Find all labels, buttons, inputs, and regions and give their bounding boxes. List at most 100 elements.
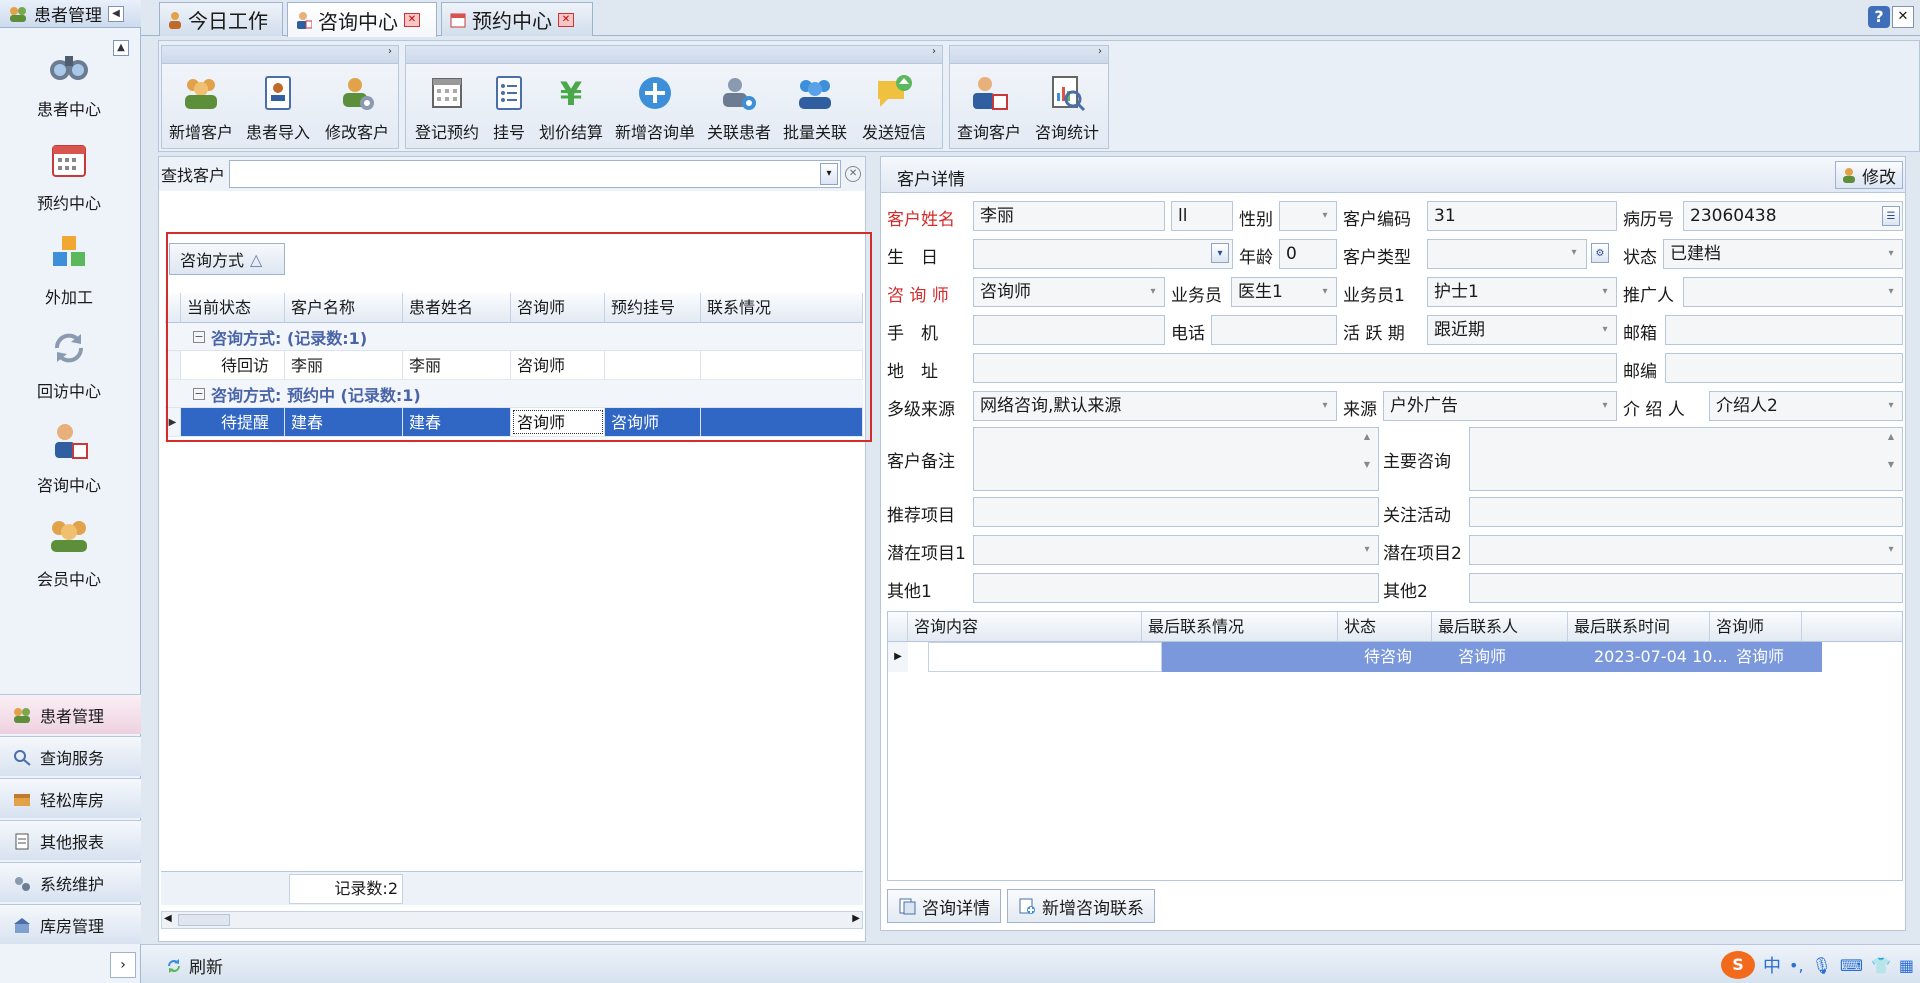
- other2-field[interactable]: [1469, 573, 1903, 603]
- consult-statistics-button[interactable]: 咨询统计: [1031, 63, 1103, 143]
- from-select[interactable]: 户外广告 ▾: [1383, 391, 1617, 421]
- close-icon[interactable]: ✕: [404, 13, 420, 27]
- chevron-down-icon[interactable]: ▾: [1211, 243, 1229, 263]
- send-sms-button[interactable]: 发送短信: [855, 63, 933, 143]
- ime-toolbar[interactable]: S 中 •, 🎙 ⌨ 👕 ▦: [1721, 951, 1914, 979]
- phone-field[interactable]: [1211, 315, 1337, 345]
- mobile-field[interactable]: [973, 315, 1165, 345]
- name-field[interactable]: 李丽: [973, 201, 1165, 231]
- keyboard-icon[interactable]: ⌨: [1840, 956, 1863, 975]
- ribbon-group-expander[interactable]: ›: [406, 46, 942, 64]
- list-icon[interactable]: ☰: [1882, 206, 1900, 226]
- new-customer-button[interactable]: 新增客户: [165, 63, 237, 143]
- nav-group-easy-storage[interactable]: 轻松库房: [0, 778, 141, 818]
- nav-group-warehouse-management[interactable]: 库房管理: [0, 904, 141, 944]
- collapse-left-icon[interactable]: ◀: [108, 5, 124, 22]
- type-select[interactable]: [1427, 239, 1587, 269]
- sidebar-item-patient-center[interactable]: 患者中心: [0, 36, 138, 126]
- skin-icon[interactable]: 👕: [1871, 956, 1891, 975]
- status-select[interactable]: 已建档 ▾: [1663, 239, 1903, 269]
- table-row[interactable]: ▶ 待咨询 咨询师 2023-07-04 10... 咨询师: [888, 642, 1902, 672]
- potential1-select[interactable]: ▾: [973, 535, 1379, 565]
- nav-group-query-service[interactable]: 查询服务: [0, 736, 141, 776]
- close-icon[interactable]: ✕: [558, 12, 574, 27]
- cell-status[interactable]: 待咨询: [1358, 642, 1452, 672]
- cell-last-contact-time[interactable]: 2023-07-04 10...: [1588, 642, 1730, 672]
- ribbon-group-expander[interactable]: ›: [162, 46, 398, 64]
- recommend-field[interactable]: [973, 497, 1379, 527]
- toolbox-icon[interactable]: ▦: [1899, 956, 1914, 975]
- staff-select[interactable]: 医生1 ▾: [1231, 277, 1337, 307]
- staff1-select[interactable]: 护士1 ▾: [1427, 277, 1617, 307]
- nav-group-patient-management[interactable]: 患者管理: [0, 694, 141, 734]
- introducer-select[interactable]: 介绍人2 ▾: [1709, 391, 1903, 421]
- gender-select[interactable]: ▾: [1279, 201, 1337, 231]
- ime-logo-icon[interactable]: S: [1721, 951, 1756, 979]
- sidebar-item-outsourcing[interactable]: 外加工: [0, 224, 138, 314]
- vertical-scrollbar[interactable]: ▲ ▼: [1358, 430, 1376, 488]
- microphone-icon[interactable]: 🎙: [1812, 956, 1832, 975]
- tab-consult-center[interactable]: 咨询中心 ✕: [287, 2, 437, 37]
- edit-customer-button[interactable]: 修改客户: [321, 63, 393, 143]
- birthday-field[interactable]: [973, 239, 1233, 269]
- age-field[interactable]: 0: [1279, 239, 1337, 269]
- clear-icon[interactable]: ✕: [845, 166, 862, 182]
- scroll-thumb[interactable]: [178, 914, 230, 926]
- name-extra-field[interactable]: ll: [1171, 201, 1233, 231]
- focus-field[interactable]: [1469, 497, 1903, 527]
- cell-consultant[interactable]: 咨询师: [1730, 642, 1822, 672]
- col-last-contact[interactable]: 最后联系情况: [1142, 612, 1338, 641]
- email-field[interactable]: [1665, 315, 1903, 345]
- consult-detail-button[interactable]: 咨询详情: [887, 889, 1001, 923]
- sidebar-item-followup-center[interactable]: 回访中心: [0, 318, 138, 408]
- link-patient-button[interactable]: 关联患者: [703, 63, 775, 143]
- nav-group-other-reports[interactable]: 其他报表: [0, 820, 141, 860]
- help-icon[interactable]: ?: [1868, 6, 1890, 28]
- tab-appointment-center[interactable]: 预约中心 ✕: [441, 2, 593, 36]
- register-button[interactable]: 挂号: [487, 63, 531, 143]
- sidebar-item-member-center[interactable]: 会员中心: [0, 506, 138, 596]
- ribbon-group-expander[interactable]: ›: [950, 46, 1108, 64]
- refresh-button[interactable]: 刷新: [165, 953, 223, 978]
- code-field[interactable]: 31: [1427, 201, 1617, 231]
- search-input[interactable]: ▾: [229, 160, 842, 188]
- scroll-right-icon[interactable]: ▶: [852, 913, 860, 924]
- scroll-left-icon[interactable]: ◀: [164, 913, 172, 924]
- ime-punctuation-icon[interactable]: •,: [1789, 956, 1804, 975]
- query-customer-button[interactable]: 查询客户: [953, 63, 1025, 143]
- chevron-down-icon[interactable]: ▾: [820, 163, 839, 185]
- col-last-contact-time[interactable]: 最后联系时间: [1568, 612, 1710, 641]
- cell-last-contact-person[interactable]: 咨询师: [1452, 642, 1588, 672]
- sidebar-item-appointment-center[interactable]: 预约中心: [0, 130, 138, 220]
- active-select[interactable]: 跟近期 ▾: [1427, 315, 1617, 345]
- expand-right-icon[interactable]: ›: [110, 952, 136, 978]
- horizontal-scrollbar[interactable]: ◀ ▶: [161, 911, 863, 929]
- address-field[interactable]: [973, 353, 1617, 383]
- main-consult-textarea[interactable]: ▲ ▼: [1469, 427, 1903, 491]
- register-appointment-button[interactable]: 登记预约: [411, 63, 483, 143]
- nav-group-system-maintenance[interactable]: 系统维护: [0, 862, 141, 902]
- zip-field[interactable]: [1665, 353, 1903, 383]
- new-consult-form-button[interactable]: 新增咨询单: [611, 63, 699, 143]
- other1-field[interactable]: [973, 573, 1379, 603]
- batch-link-button[interactable]: 批量关联: [779, 63, 851, 143]
- ime-chinese-icon[interactable]: 中: [1763, 952, 1781, 978]
- tab-today-work[interactable]: 今日工作: [159, 2, 283, 36]
- close-window-icon[interactable]: ✕: [1892, 6, 1914, 28]
- cell-consult-content[interactable]: [928, 642, 1162, 672]
- remark-textarea[interactable]: ▲ ▼: [973, 427, 1379, 491]
- cell-last-contact[interactable]: [1162, 642, 1358, 672]
- referrer-select[interactable]: ▾: [1683, 277, 1903, 307]
- source-select[interactable]: 网络咨询,默认来源 ▾: [973, 391, 1337, 421]
- record-field[interactable]: 23060438 ☰: [1683, 201, 1903, 231]
- vertical-scrollbar[interactable]: ▲ ▼: [1882, 430, 1900, 488]
- col-status[interactable]: 状态: [1338, 612, 1432, 641]
- edit-button[interactable]: 修改: [1835, 161, 1903, 189]
- pricing-settlement-button[interactable]: ¥ 划价结算: [535, 63, 607, 143]
- sidebar-item-consult-center[interactable]: 咨询中心: [0, 412, 138, 502]
- col-consultant[interactable]: 咨询师: [1710, 612, 1802, 641]
- consultant-select[interactable]: 咨询师 ▾: [973, 277, 1165, 307]
- potential2-select[interactable]: ▾: [1469, 535, 1903, 565]
- gear-icon[interactable]: ⚙: [1591, 243, 1609, 263]
- add-consult-contact-button[interactable]: 新增咨询联系: [1007, 889, 1155, 923]
